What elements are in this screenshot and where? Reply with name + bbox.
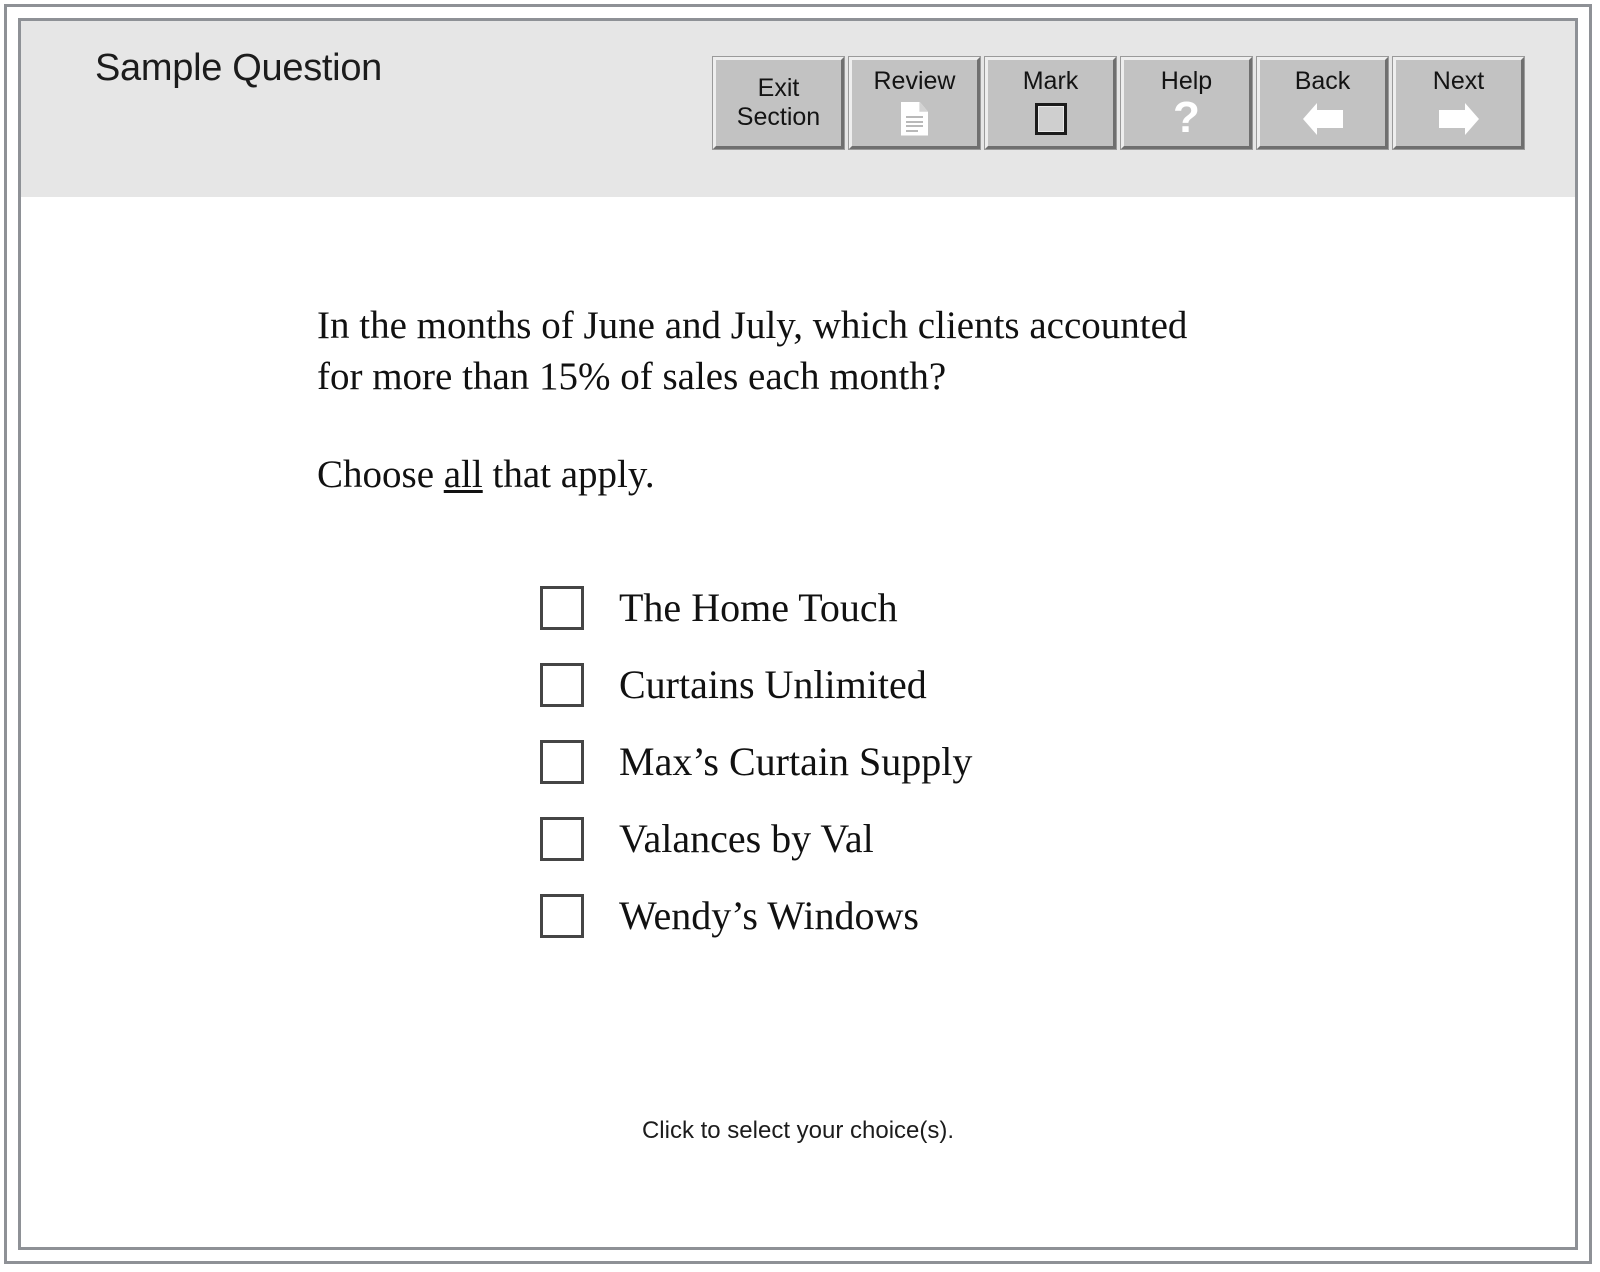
- choose-instruction-suffix: that apply.: [482, 453, 655, 497]
- inner-frame: Sample Question Exit Section Review Mark…: [18, 18, 1578, 1250]
- option-checkbox[interactable]: [540, 585, 584, 630]
- choose-instruction-emphasis: all: [443, 453, 483, 497]
- option-row[interactable]: Wendy’s Windows: [540, 877, 972, 954]
- help-label: Help: [1160, 66, 1213, 95]
- option-label: Wendy’s Windows: [619, 893, 919, 938]
- back-button[interactable]: Back: [1256, 56, 1389, 150]
- option-checkbox[interactable]: [540, 739, 584, 784]
- options-list: The Home Touch Curtains Unlimited Max’s …: [540, 569, 972, 954]
- choose-instruction-prefix: Choose: [317, 453, 444, 497]
- review-label: Review: [873, 66, 956, 95]
- selection-hint: Click to select your choice(s).: [641, 1117, 955, 1144]
- option-checkbox[interactable]: [540, 662, 584, 707]
- mark-label: Mark: [1022, 66, 1079, 95]
- review-button[interactable]: Review: [848, 56, 981, 150]
- toolbar: Exit Section Review Mark Help ? Back Nex…: [712, 56, 1525, 150]
- question-area: In the months of June and July, which cl…: [21, 197, 1575, 1247]
- question-stem-line-2: for more than 15% of sales each month?: [317, 354, 947, 398]
- right-arrow-icon: [1438, 99, 1479, 139]
- question-stem: In the months of June and July, which cl…: [317, 301, 1307, 501]
- option-row[interactable]: Valances by Val: [540, 800, 972, 877]
- option-checkbox[interactable]: [540, 893, 584, 938]
- left-arrow-icon: [1302, 99, 1343, 139]
- next-label: Next: [1432, 66, 1485, 95]
- empty-square-icon: [1034, 99, 1067, 139]
- page-title: Sample Question: [95, 47, 382, 89]
- option-row[interactable]: Max’s Curtain Supply: [540, 723, 972, 800]
- option-row[interactable]: Curtains Unlimited: [540, 646, 972, 723]
- question-stem-line-1: In the months of June and July, which cl…: [317, 304, 1188, 347]
- choose-instruction: Choose all that apply.: [317, 450, 1307, 501]
- option-label: The Home Touch: [619, 585, 898, 630]
- next-button[interactable]: Next: [1392, 56, 1525, 150]
- exit-section-button[interactable]: Exit Section: [712, 56, 845, 150]
- help-button[interactable]: Help ?: [1120, 56, 1253, 150]
- question-mark-icon: ?: [1173, 92, 1200, 142]
- option-checkbox[interactable]: [540, 816, 584, 861]
- exit-section-label: Exit Section: [736, 74, 821, 131]
- option-label: Curtains Unlimited: [619, 662, 927, 707]
- mark-button[interactable]: Mark: [984, 56, 1117, 150]
- document-icon: [901, 99, 928, 139]
- header-bar: Sample Question Exit Section Review Mark…: [21, 21, 1575, 197]
- application-frame: Sample Question Exit Section Review Mark…: [4, 4, 1592, 1264]
- option-label: Max’s Curtain Supply: [619, 739, 973, 784]
- back-label: Back: [1294, 66, 1351, 95]
- option-label: Valances by Val: [619, 816, 874, 861]
- option-row[interactable]: The Home Touch: [540, 569, 972, 646]
